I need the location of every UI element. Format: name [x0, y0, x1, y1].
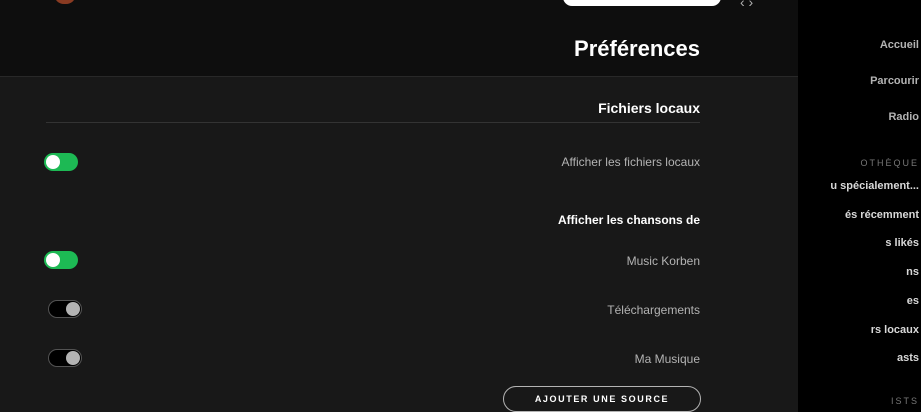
sidebar-item-radio[interactable]: Radio [888, 111, 919, 123]
window-control-icon[interactable]: ▪ [907, 0, 915, 4]
add-source-button[interactable]: AJOUTER UNE SOURCE [503, 386, 701, 412]
top-bar: ‹ › Préférences [0, 0, 798, 77]
show-local-files-toggle[interactable] [44, 153, 78, 171]
sidebar-item-albums[interactable]: ns [906, 266, 919, 278]
page-title: Préférences [574, 36, 700, 61]
sidebar-item-podcasts[interactable]: asts [897, 352, 919, 364]
sidebar-item-made-for-you[interactable]: u spécialement... [830, 180, 919, 192]
sidebar-item-liked-songs[interactable]: s likés [885, 237, 919, 249]
sidebar-playlists-heading: ISTS [890, 396, 919, 406]
sidebar-item-parcourir[interactable]: Parcourir [870, 75, 919, 87]
sidebar-item-recently-played[interactable]: és récemment [845, 209, 919, 221]
source-label-telechargements: Téléchargements [607, 303, 700, 317]
toggle-knob [46, 253, 60, 267]
sidebar: ▪ Accueil Parcourir Radio OTHÈQUE u spéc… [798, 0, 921, 412]
show-songs-from-title: Afficher les chansons de [557, 213, 700, 227]
nav-chevrons-icon[interactable]: ‹ › [740, 0, 753, 10]
source-toggle-telechargements[interactable] [48, 300, 82, 318]
search-input[interactable] [563, 0, 721, 6]
avatar[interactable] [54, 0, 76, 4]
source-toggle-ma-musique[interactable] [48, 349, 82, 367]
toggle-knob [66, 302, 80, 316]
section-title-local-files: Fichiers locaux [598, 100, 700, 116]
sidebar-item-artists[interactable]: es [907, 295, 919, 307]
divider [46, 122, 700, 123]
show-local-files-label: Afficher les fichiers locaux [561, 155, 700, 169]
toggle-knob [66, 351, 80, 365]
source-label-ma-musique: Ma Musique [634, 352, 700, 366]
source-label-music-korben: Music Korben [626, 254, 700, 268]
toggle-knob [46, 155, 60, 169]
main-panel: ‹ › Préférences Fichiers locaux Afficher… [0, 0, 798, 412]
source-toggle-music-korben[interactable] [44, 251, 78, 269]
sidebar-item-local-files[interactable]: rs locaux [871, 324, 919, 336]
sidebar-item-accueil[interactable]: Accueil [880, 39, 919, 51]
sidebar-library-heading: OTHÈQUE [860, 158, 919, 168]
